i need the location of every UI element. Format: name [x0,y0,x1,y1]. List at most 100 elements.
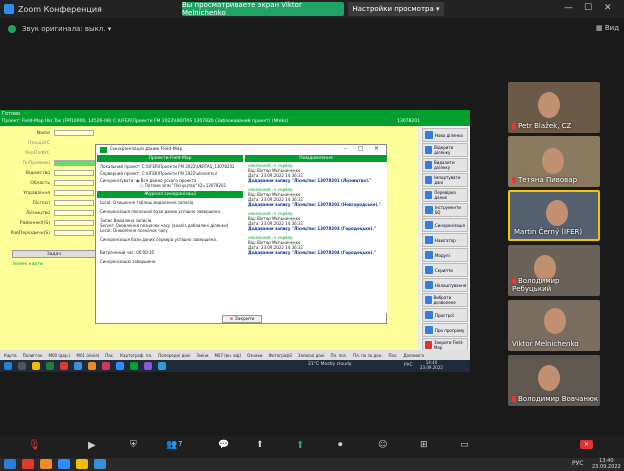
tab-plpoz[interactable]: Пл. поз. [331,353,348,358]
mute-mic-icon[interactable]: 🎙 [28,440,41,451]
settings-button[interactable]: Налаштування [422,278,468,292]
tab-m07[interactable]: M07 (вн. від) [214,353,241,358]
tab-pas[interactable]: Пас. [105,353,114,358]
tab-dopomoga[interactable]: Допомога [403,353,424,358]
dialog-maximize-icon[interactable]: □ [358,145,364,152]
zeleni-karty-link[interactable]: Зелені карти [12,262,43,267]
tab-zminy[interactable]: Зміни [197,353,209,358]
participant-tile[interactable]: Тетяна Пивовар [508,136,600,187]
tab-poperedni[interactable]: Попередні дані [158,353,190,358]
muted-mic-icon [512,278,516,284]
maximize-icon[interactable]: ☐ [584,3,592,13]
open-plot-button[interactable]: Відкрити ділянку [422,143,468,157]
remote-word-icon[interactable] [158,362,166,370]
taskbar-app-icon[interactable] [22,459,34,469]
original-audio-select[interactable]: Звук оригинала: выкл. ▾ [22,25,111,33]
participant-tile-active-speaker[interactable]: Martin Černý (IFER) [508,190,600,241]
dialog-close-button[interactable]: ⊗ Закрити [222,315,262,323]
share-screen-green-icon[interactable]: ⬆ [296,440,304,451]
minimize-icon[interactable]: — [564,3,573,13]
remote-search-icon[interactable] [18,362,26,370]
remote-edge-icon[interactable] [74,362,82,370]
vidomstvo-field[interactable] [54,170,94,176]
security-shield-icon [8,25,16,33]
start-icon[interactable] [4,459,16,469]
tab-foto[interactable]: Фотографії [269,353,292,358]
tab-m00[interactable]: M00 (дер.) [49,353,71,358]
apps-icon[interactable]: ⊞ [420,440,428,450]
video-camera-icon[interactable]: ▶ [88,440,96,451]
local-project-row: Локальний проект: C:\UFER\Проекти FM 202… [97,162,243,169]
remote-misc-icon[interactable] [144,362,152,370]
message-item: локальний -> сервер Від: Віктор Мельниче… [248,187,384,207]
modules-button[interactable]: Модулі [422,248,468,262]
tab-oznaky[interactable]: Ознаки [247,353,262,358]
remote-fieldmap-icon[interactable] [130,362,138,370]
remote-pdf-icon[interactable] [102,362,110,370]
delete-plot-button[interactable]: Видалити ділянку [422,158,468,172]
dialog-minimize-icon[interactable]: – [344,145,347,152]
tab-karta[interactable]: Карта [4,353,17,358]
remote-app-icon[interactable] [60,362,68,370]
new-plot-button[interactable]: Нова ділянка [422,128,468,142]
tab-plpozadon[interactable]: Пл. по за дон. [353,353,382,358]
security-icon[interactable]: ⛨ [130,440,137,450]
tab-m01[interactable]: M01 (лінія) [77,353,100,358]
close-window-icon[interactable]: ✕ [604,3,612,13]
screen-share-banner: Вы просматриваете экран Viktor Melnichen… [182,1,344,17]
raionnik-field[interactable] [54,220,94,226]
whiteboard-icon[interactable]: ▭ [460,440,469,450]
zadach-button[interactable]: Задач [12,250,96,258]
participant-tile[interactable]: Petr Blažek, CZ [508,82,600,133]
reactions-icon[interactable]: ☺ [378,440,387,450]
radio-partial[interactable]: ○ Потоми зіпм "Ліснуцтва" ID=13078201 [100,183,226,188]
participant-video [538,92,560,118]
participant-tile[interactable]: Володимир Ребуцький [508,245,600,296]
oblast-field[interactable] [54,180,94,186]
view-layout-button[interactable]: ▦ Вид [596,24,619,32]
participant-tile[interactable]: Viktor Melnichenko [508,300,600,351]
remote-excel-icon[interactable] [46,362,54,370]
sql-tools-button[interactable]: Інструменти SQ [422,203,468,217]
sync-icon [425,221,433,229]
sync-options: Синхронізувати: ◉ Вся дамно усього проек… [97,176,243,188]
check-data-button[interactable]: Перевірка даних [422,188,468,202]
view-options-button[interactable]: Настройки просмотра ▾ [348,2,444,16]
lisgosp-field[interactable] [54,200,94,206]
participant-tile[interactable]: Володимир Вовчанюк [508,355,600,406]
tab-poligon[interactable]: Полиггон [23,353,43,358]
taskbar-chrome-icon[interactable] [40,459,52,469]
sync-label: Синхронізація [435,222,465,228]
remote-chrome-icon[interactable] [88,362,96,370]
participant-count: 7 [178,440,183,448]
raiperiodychn-field[interactable] [54,230,94,236]
remote-start-icon[interactable] [4,362,12,370]
share-screen-icon[interactable]: ⬆ [256,440,264,450]
about-button[interactable]: Про програму [422,323,468,337]
tab-kartograf[interactable]: Картограф. пл. [120,353,152,358]
devices-button[interactable]: Пристрої [422,308,468,322]
import-data-button[interactable]: Імпортувати дані [422,173,468,187]
taskbar-edge-icon[interactable] [94,459,106,469]
project-id: 13078201 [397,119,420,124]
plpryiomn-field[interactable] [54,160,99,166]
remote-taskbar: 21°C Mostly cloudy РУС 14:40 23.09.2022 [0,360,470,372]
lisnytstvo-field[interactable] [54,210,94,216]
choose-allowed-button[interactable]: Вибрати дозволене [422,293,468,307]
remote-folder-icon[interactable] [32,362,40,370]
dialog-close-icon[interactable]: ✕ [374,145,379,152]
record-icon[interactable]: ⏺ [338,440,343,450]
tab-poz[interactable]: Поз. [388,353,397,358]
taskbar-folder-icon[interactable] [76,459,88,469]
name-field[interactable] [54,130,94,136]
chat-icon[interactable]: 💬 [218,440,229,450]
remote-zoom-icon[interactable] [116,362,124,370]
taskbar-zoom-icon[interactable] [58,459,70,469]
sync-button[interactable]: Синхронізація [422,218,468,232]
upravlinnia-field[interactable] [54,190,94,196]
scripts-button[interactable]: Скрипти [422,263,468,277]
participants-icon[interactable]: 👥 [166,440,177,450]
tab-zapysy[interactable]: Записи/ дані [298,353,325,358]
navigator-button[interactable]: Навігатор [422,233,468,247]
leave-button[interactable]: ✕ [580,440,594,449]
